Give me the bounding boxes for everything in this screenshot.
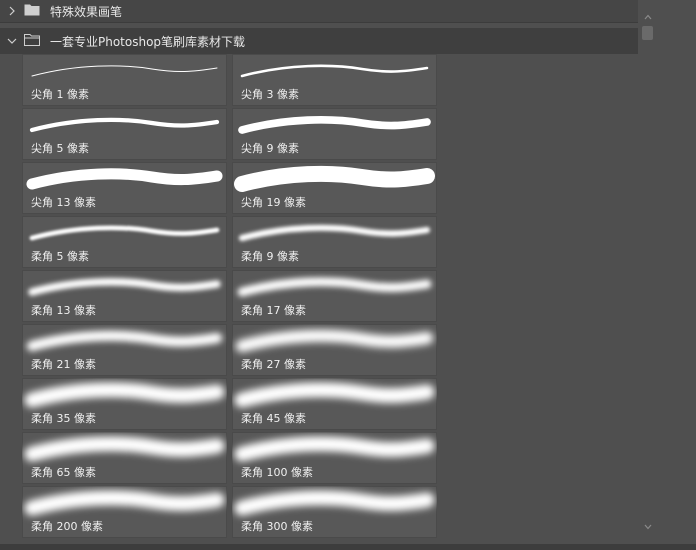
brush-preset-label: 柔角 17 像素 bbox=[241, 304, 306, 317]
brush-preset-label: 尖角 9 像素 bbox=[241, 142, 299, 155]
panel-bottom-bar bbox=[0, 544, 696, 550]
chevron-down-icon[interactable] bbox=[6, 37, 18, 45]
brush-preset-label: 尖角 1 像素 bbox=[31, 88, 89, 101]
scroll-down-icon[interactable] bbox=[643, 522, 653, 532]
folder-open-icon bbox=[24, 33, 40, 49]
brush-preset-tile[interactable]: 柔角 17 像素 bbox=[232, 270, 437, 322]
brush-preset-label: 柔角 5 像素 bbox=[31, 250, 89, 263]
vertical-scrollbar[interactable] bbox=[640, 8, 656, 532]
brush-preset-grid: 尖角 1 像素 尖角 3 像素尖角 5 像素 尖角 9 像素尖角 13 像素 尖角 1… bbox=[22, 54, 638, 550]
folder-icon bbox=[24, 3, 40, 19]
brush-preset-tile[interactable]: 尖角 1 像素 bbox=[22, 54, 227, 106]
chevron-right-icon[interactable] bbox=[6, 6, 18, 16]
brush-group-special-effects[interactable]: 特殊效果画笔 bbox=[0, 0, 638, 23]
brush-preset-label: 尖角 5 像素 bbox=[31, 142, 89, 155]
brush-preset-tile[interactable]: 柔角 9 像素 bbox=[232, 216, 437, 268]
brush-preset-tile[interactable]: 尖角 13 像素 bbox=[22, 162, 227, 214]
brush-group-label: 一套专业Photoshop笔刷库素材下载 bbox=[50, 34, 246, 49]
brush-preset-label: 柔角 9 像素 bbox=[241, 250, 299, 263]
brush-preset-tile[interactable]: 柔角 100 像素 bbox=[232, 432, 437, 484]
brush-preset-label: 柔角 13 像素 bbox=[31, 304, 96, 317]
brush-preset-tile[interactable]: 柔角 27 像素 bbox=[232, 324, 437, 376]
brush-preset-label: 尖角 19 像素 bbox=[241, 196, 306, 209]
brush-preset-label: 柔角 200 像素 bbox=[31, 520, 103, 533]
brush-preset-tile[interactable]: 尖角 9 像素 bbox=[232, 108, 437, 160]
scrollbar-thumb[interactable] bbox=[642, 26, 653, 40]
brush-preset-tile[interactable]: 尖角 5 像素 bbox=[22, 108, 227, 160]
brush-group-label: 特殊效果画笔 bbox=[50, 4, 123, 19]
brush-preset-tile[interactable]: 柔角 45 像素 bbox=[232, 378, 437, 430]
brush-preset-label: 尖角 3 像素 bbox=[241, 88, 299, 101]
brush-preset-label: 柔角 35 像素 bbox=[31, 412, 96, 425]
brush-preset-tile[interactable]: 柔角 65 像素 bbox=[22, 432, 227, 484]
brush-preset-tile[interactable]: 柔角 21 像素 bbox=[22, 324, 227, 376]
scroll-up-icon[interactable] bbox=[643, 12, 653, 22]
brush-preset-panel: 特殊效果画笔 一套专业Photoshop笔刷库素材下载 尖角 1 像素 尖角 3 … bbox=[0, 0, 638, 550]
brush-group-photoshop-library[interactable]: 一套专业Photoshop笔刷库素材下载 bbox=[0, 28, 638, 54]
brush-preset-label: 柔角 300 像素 bbox=[241, 520, 313, 533]
brush-preset-tile[interactable]: 柔角 200 像素 bbox=[22, 486, 227, 538]
brush-preset-tile[interactable]: 尖角 3 像素 bbox=[232, 54, 437, 106]
brush-preset-label: 柔角 45 像素 bbox=[241, 412, 306, 425]
brush-preset-tile[interactable]: 柔角 300 像素 bbox=[232, 486, 437, 538]
brush-preset-tile[interactable]: 柔角 5 像素 bbox=[22, 216, 227, 268]
brush-preset-label: 尖角 13 像素 bbox=[31, 196, 96, 209]
brush-preset-tile[interactable]: 柔角 13 像素 bbox=[22, 270, 227, 322]
brush-preset-label: 柔角 65 像素 bbox=[31, 466, 96, 479]
brush-preset-label: 柔角 21 像素 bbox=[31, 358, 96, 371]
brush-preset-tile[interactable]: 尖角 19 像素 bbox=[232, 162, 437, 214]
brush-preset-tile[interactable]: 柔角 35 像素 bbox=[22, 378, 227, 430]
brush-preset-label: 柔角 27 像素 bbox=[241, 358, 306, 371]
brush-preset-label: 柔角 100 像素 bbox=[241, 466, 313, 479]
